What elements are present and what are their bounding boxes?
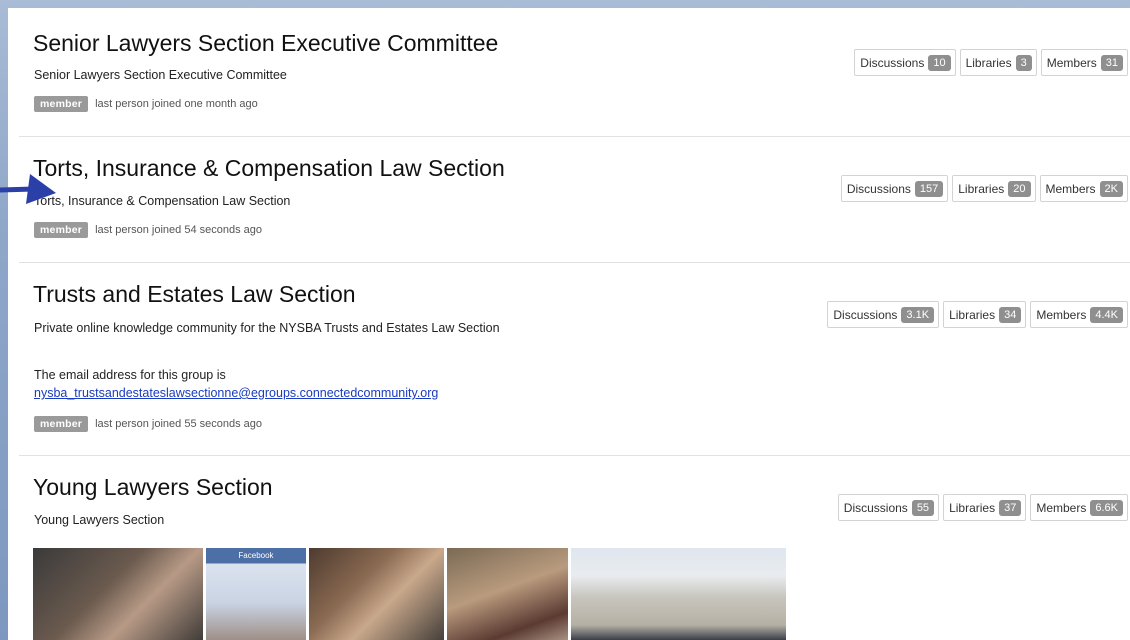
photo-strip: Facebook [33, 548, 786, 640]
discussions-button[interactable]: Discussions 3.1K [827, 301, 940, 328]
group-email-note: The email address for this group is nysb… [34, 366, 438, 402]
libraries-label: Libraries [949, 307, 996, 322]
community-stats: Discussions 10 Libraries 3 Members 31 [854, 49, 1128, 76]
community-stats: Discussions 157 Libraries 20 Members 2K [840, 175, 1128, 202]
discussions-label: Discussions [860, 55, 925, 70]
photo-supreme-court-group[interactable] [571, 548, 786, 640]
last-joined-text: last person joined 55 seconds ago [95, 417, 263, 430]
member-badge: member [34, 95, 89, 112]
photo-group-event[interactable] [309, 548, 444, 640]
discussions-label: Discussions [843, 500, 908, 515]
community-item: Trusts and Estates Law Section Private o… [19, 263, 1130, 456]
community-title-link[interactable]: Torts, Insurance & Compensation Law Sect… [33, 155, 505, 182]
discussions-label: Discussions [846, 181, 911, 196]
annotation-arrow-icon [0, 174, 56, 204]
discussions-button[interactable]: Discussions 10 [854, 49, 956, 76]
members-count: 31 [1100, 54, 1123, 71]
discussions-count: 3.1K [901, 306, 935, 323]
community-item: Senior Lawyers Section Executive Committ… [19, 8, 1130, 137]
community-description: Torts, Insurance & Compensation Law Sect… [34, 194, 291, 208]
members-button[interactable]: Members 31 [1040, 49, 1128, 76]
photo-facebook-page[interactable]: Facebook [206, 548, 306, 640]
members-count: 2K [1099, 180, 1123, 197]
libraries-count: 3 [1015, 54, 1032, 71]
community-title-link[interactable]: Young Lawyers Section [33, 474, 273, 501]
members-button[interactable]: Members 6.6K [1030, 494, 1128, 521]
membership-meta: member last person joined 54 seconds ago [34, 221, 262, 238]
last-joined-text: last person joined 54 seconds ago [95, 223, 263, 236]
libraries-button[interactable]: Libraries 34 [943, 301, 1027, 328]
libraries-label: Libraries [949, 500, 996, 515]
libraries-count: 37 [999, 499, 1022, 516]
community-title-link[interactable]: Trusts and Estates Law Section [33, 281, 356, 308]
members-label: Members [1046, 55, 1097, 70]
member-badge: member [34, 415, 89, 432]
libraries-label: Libraries [965, 55, 1012, 70]
members-button[interactable]: Members 4.4K [1030, 301, 1128, 328]
members-count: 4.4K [1090, 306, 1123, 323]
discussions-button[interactable]: Discussions 55 [837, 494, 940, 521]
last-joined-text: last person joined one month ago [95, 97, 258, 110]
libraries-button[interactable]: Libraries 3 [959, 49, 1037, 76]
discussions-label: Discussions [833, 307, 898, 322]
libraries-count: 34 [999, 306, 1022, 323]
members-button[interactable]: Members 2K [1039, 175, 1128, 202]
members-label: Members [1045, 181, 1096, 196]
community-list-panel: Senior Lawyers Section Executive Committ… [8, 8, 1130, 640]
community-stats: Discussions 55 Libraries 37 Members 6.6K [837, 494, 1128, 521]
community-title-link[interactable]: Senior Lawyers Section Executive Committ… [33, 30, 498, 57]
members-label: Members [1036, 500, 1087, 515]
discussions-count: 10 [928, 54, 951, 71]
libraries-button[interactable]: Libraries 37 [943, 494, 1027, 521]
community-description: Senior Lawyers Section Executive Committ… [34, 68, 287, 82]
email-note-text: The email address for this group is [34, 368, 226, 382]
photo-woman-at-conference[interactable] [33, 548, 203, 640]
discussions-count: 55 [911, 499, 935, 516]
libraries-label: Libraries [958, 181, 1005, 196]
members-count: 6.6K [1090, 499, 1123, 516]
community-item: Torts, Insurance & Compensation Law Sect… [19, 137, 1130, 263]
community-description: Private online knowledge community for t… [34, 321, 500, 335]
libraries-count: 20 [1008, 180, 1031, 197]
libraries-button[interactable]: Libraries 20 [952, 175, 1036, 202]
community-item: Young Lawyers Section Young Lawyers Sect… [19, 456, 1130, 640]
community-stats: Discussions 3.1K Libraries 34 Members 4.4K [827, 301, 1128, 328]
discussions-count: 157 [914, 180, 944, 197]
facebook-caption: Facebook [238, 551, 274, 560]
community-description: Young Lawyers Section [34, 513, 165, 527]
members-label: Members [1036, 307, 1087, 322]
member-badge: member [34, 221, 89, 238]
membership-meta: member last person joined one month ago [34, 95, 258, 112]
discussions-button[interactable]: Discussions 157 [840, 175, 949, 202]
photo-reception[interactable] [447, 548, 568, 640]
membership-meta: member last person joined 55 seconds ago [34, 415, 262, 432]
group-email-link[interactable]: nysba_trustsandestateslawsectionne@egrou… [34, 384, 438, 402]
